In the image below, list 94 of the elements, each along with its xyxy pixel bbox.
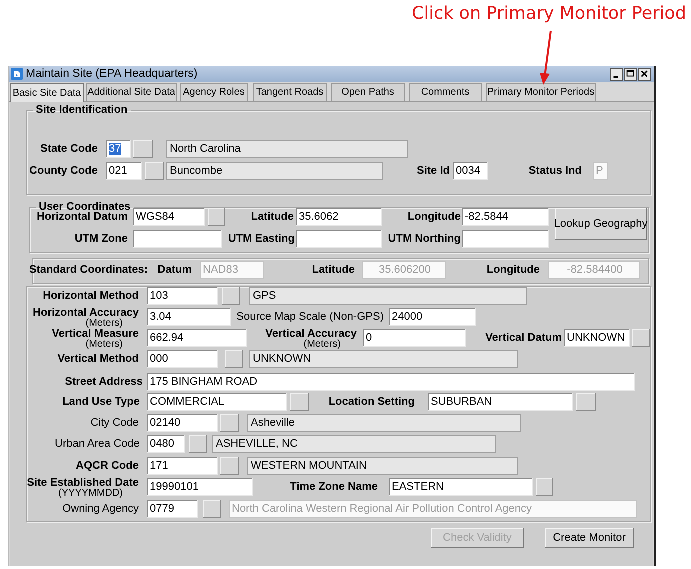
field-label: Street Address [65, 376, 143, 388]
input-field[interactable]: 662.94 [147, 329, 247, 347]
lookup-button[interactable] [290, 393, 309, 411]
group-title: User Coordinates [39, 201, 132, 213]
tab[interactable]: Agency Roles [180, 83, 248, 101]
tab[interactable]: Open Paths [331, 83, 405, 101]
field-label: Owning Agency [62, 503, 139, 515]
field-label: Vertical Method [58, 353, 139, 365]
field-label: Standard Coordinates: [29, 264, 148, 276]
unit-label: (Meters) [304, 340, 341, 348]
description-field: GPS [249, 287, 527, 305]
lookup-button[interactable] [536, 478, 553, 496]
input-field[interactable]: UNKNOWN [564, 329, 630, 347]
input-field[interactable]: 3.04 [147, 308, 231, 326]
annotation-arrow [540, 30, 552, 85]
lookup-button[interactable] [576, 393, 596, 411]
description-field: Asheville [247, 414, 521, 432]
field-label: Longitude [408, 211, 461, 223]
input-field[interactable]: 37 [106, 140, 131, 158]
description-field: Buncombe [166, 162, 383, 180]
lookup-button[interactable] [208, 208, 225, 226]
field-label: UTM Zone [74, 233, 128, 245]
app-icon [11, 68, 23, 80]
field-label: Latitude [312, 264, 355, 276]
annotation-text: Click on Primary Monitor Period [412, 4, 686, 24]
input-field[interactable]: 02140 [147, 414, 218, 432]
unit-label: (Meters) [86, 340, 123, 348]
field-label: Land Use Type [62, 396, 140, 408]
tab[interactable]: Additional Site Data [86, 83, 177, 101]
lookup-button[interactable] [225, 350, 243, 368]
description-field: UNKNOWN [249, 350, 518, 368]
input-field[interactable]: 19990101 [147, 478, 253, 496]
lookup-button[interactable] [632, 329, 650, 347]
input-field[interactable]: 000 [147, 350, 218, 368]
window-title: Maintain Site (EPA Headquarters) [26, 68, 198, 80]
input-field[interactable]: SUBURBAN [428, 393, 573, 411]
group-title: Site Identification [35, 104, 129, 116]
lookup-button[interactable] [133, 140, 153, 158]
input-field[interactable]: 0480 [147, 435, 185, 453]
input-field[interactable]: 171 [147, 457, 218, 475]
field-label: County Code [30, 165, 98, 177]
tab[interactable]: Basic Site Data [10, 83, 84, 102]
field-label: Horizontal Method [43, 290, 139, 302]
lookup-button[interactable] [189, 435, 207, 453]
field-label: State Code [40, 143, 98, 155]
field-label: Status Ind [528, 165, 582, 177]
lookup-button[interactable] [220, 414, 239, 432]
field-label: Urban Area Code [55, 438, 140, 450]
input-field[interactable]: 0034 [453, 162, 488, 180]
description-field: WESTERN MOUNTAIN [247, 457, 518, 475]
lookup-button[interactable] [203, 500, 221, 518]
field-label: Site Established Date [27, 476, 139, 488]
unit-label: (YYYYMMDD) [58, 488, 123, 498]
field-label: Site Id [416, 165, 450, 177]
input-field[interactable] [462, 230, 549, 248]
lookup-geography-button[interactable]: Lookup Geography [555, 208, 647, 240]
description-field: ASHEVILLE, NC [212, 435, 496, 453]
field-label: Horizontal Datum [36, 211, 128, 223]
input-field[interactable] [133, 230, 222, 248]
input-field[interactable] [296, 230, 382, 248]
lookup-button[interactable] [220, 457, 239, 475]
lookup-button[interactable] [222, 287, 240, 305]
field-label: UTM Easting [228, 233, 295, 245]
field-label: Vertical Measure [52, 328, 139, 340]
input-field[interactable]: -82.5844 [462, 208, 549, 226]
field-label: UTM Northing [388, 233, 461, 245]
field-label: AQCR Code [76, 460, 139, 472]
field-label: Latitude [251, 211, 294, 223]
field-label: Horizontal Accuracy [33, 306, 139, 318]
input-field[interactable]: 103 [147, 287, 218, 305]
input-field[interactable]: 24000 [389, 308, 476, 326]
input-field[interactable]: 0779 [147, 500, 198, 518]
input-field[interactable]: 0 [363, 329, 466, 347]
field-label: Datum [158, 264, 192, 276]
tab[interactable]: Primary Monitor Periods [486, 83, 596, 101]
button[interactable]: Create Monitor [545, 528, 634, 548]
input-field[interactable]: EASTERN [389, 478, 533, 496]
tab[interactable]: Comments [409, 83, 482, 101]
field-label: Time Zone Name [290, 481, 378, 493]
field-label: Location Setting [328, 396, 415, 408]
lookup-button[interactable] [145, 162, 164, 180]
description-field: North Carolina [166, 140, 408, 158]
field-label: City Code [90, 417, 139, 429]
field-label: Vertical Accuracy [266, 328, 357, 340]
input-field[interactable]: 35.6062 [296, 208, 382, 226]
input-field[interactable]: WGS84 [133, 208, 205, 226]
input-field[interactable]: 021 [106, 162, 142, 180]
unit-label: (Meters) [86, 318, 123, 328]
input-field[interactable]: 175 BINGHAM ROAD [147, 373, 635, 391]
field-label: Vertical Datum [486, 332, 562, 344]
input-field[interactable]: COMMERCIAL [147, 393, 287, 411]
tab[interactable]: Tangent Roads [253, 83, 327, 101]
field-label: Longitude [486, 264, 540, 276]
field-label: Source Map Scale (Non-GPS) [236, 311, 384, 323]
